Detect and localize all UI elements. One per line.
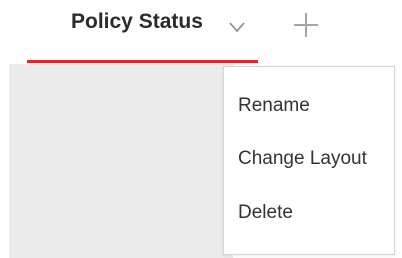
menu-item-delete[interactable]: Delete [238,202,293,224]
tab-label: Policy Status [71,10,203,33]
add-tab-button[interactable] [291,10,321,40]
menu-item-rename[interactable]: Rename [238,95,310,117]
tab-context-menu: Rename Change Layout Delete [223,66,395,255]
chevron-down-icon[interactable] [229,20,245,33]
plus-icon [294,13,318,37]
tab-content-area [9,64,233,258]
tab-policy-status[interactable]: Policy Status [27,0,258,63]
active-tab-indicator [27,60,258,63]
dashboard-tab-bar-view: Policy Status Rename Change Layout Delet… [0,0,402,258]
menu-item-change-layout[interactable]: Change Layout [238,148,367,170]
